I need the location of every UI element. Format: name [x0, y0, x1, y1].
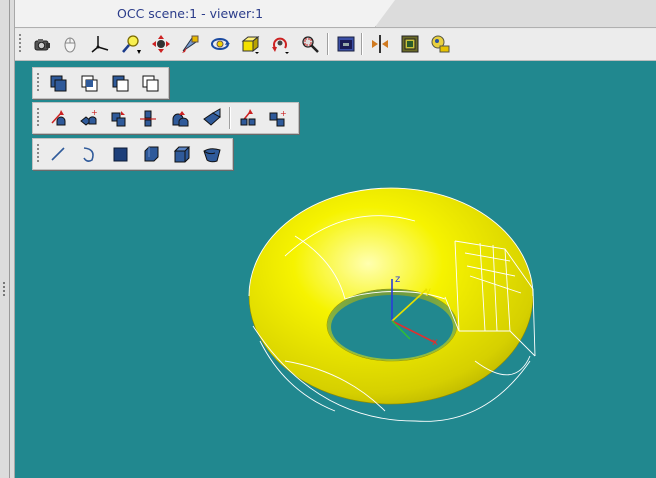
material-icon[interactable] — [429, 33, 451, 55]
3d-viewport[interactable]: z y x + + — [15, 61, 656, 478]
rotate-shape-icon[interactable]: + — [77, 107, 99, 129]
clipping-plane-icon[interactable] — [369, 33, 391, 55]
box-icon[interactable] — [109, 143, 131, 165]
dock-edge — [9, 0, 10, 478]
offset-icon[interactable] — [169, 107, 191, 129]
fit-all-icon[interactable] — [239, 33, 261, 55]
toolbar-grip[interactable] — [36, 144, 40, 164]
scale-icon[interactable] — [137, 107, 159, 129]
multi-rotate-icon[interactable]: + — [267, 107, 289, 129]
line-icon[interactable] — [47, 143, 69, 165]
boolean-toolbar — [32, 67, 169, 99]
toolbar-separator — [327, 33, 329, 55]
cylinder-icon[interactable] — [140, 143, 162, 165]
view-operations-toolbar — [15, 29, 656, 61]
trihedron-icon[interactable] — [89, 33, 111, 55]
arc-icon[interactable] — [78, 143, 100, 165]
mouse-icon[interactable] — [59, 33, 81, 55]
global-pan-icon[interactable] — [179, 33, 201, 55]
mirror-icon[interactable] — [107, 107, 129, 129]
rotate-icon[interactable] — [209, 33, 231, 55]
svg-text:+: + — [280, 109, 287, 118]
multi-translate-icon[interactable] — [237, 107, 259, 129]
tab-bar-divider — [15, 27, 656, 28]
camera-icon[interactable] — [31, 33, 53, 55]
extrude-icon[interactable] — [201, 107, 223, 129]
toolbar-separator — [229, 107, 231, 129]
translate-icon[interactable] — [47, 107, 69, 129]
sphere-icon[interactable] — [171, 143, 193, 165]
fit-area-icon[interactable] — [299, 33, 321, 55]
reset-view-icon[interactable] — [269, 33, 291, 55]
transformation-toolbar: + + — [32, 102, 299, 134]
svg-text:+: + — [91, 108, 98, 117]
section-icon[interactable] — [139, 72, 161, 94]
primitives-toolbar — [32, 138, 233, 170]
shading-icon[interactable] — [399, 33, 421, 55]
fuse-icon[interactable] — [47, 72, 69, 94]
viewer-tab-bar: OCC scene:1 - viewer:1 — [15, 0, 656, 28]
common-icon[interactable] — [78, 72, 100, 94]
cut-icon[interactable] — [109, 72, 131, 94]
viewer-tab-corner — [375, 0, 395, 27]
zoom-icon[interactable] — [120, 33, 142, 55]
dock-splitter-handle[interactable] — [0, 280, 8, 304]
toolbar-grip[interactable] — [36, 73, 40, 93]
toolbar-grip[interactable] — [18, 34, 22, 54]
toolbar-grip[interactable] — [36, 108, 40, 128]
pan-icon[interactable] — [150, 33, 172, 55]
axis-z-label: z — [395, 274, 400, 285]
viewer-tab-title: OCC scene:1 - viewer:1 — [117, 6, 264, 21]
axis-x-label: x — [432, 337, 438, 348]
viewer-tab[interactable]: OCC scene:1 - viewer:1 — [15, 0, 376, 27]
cone-icon[interactable] — [201, 143, 223, 165]
axis-y-label: y — [425, 286, 431, 297]
toolbar-separator — [361, 33, 363, 55]
left-dock-strip — [0, 0, 15, 478]
clone-view-icon[interactable] — [335, 33, 357, 55]
